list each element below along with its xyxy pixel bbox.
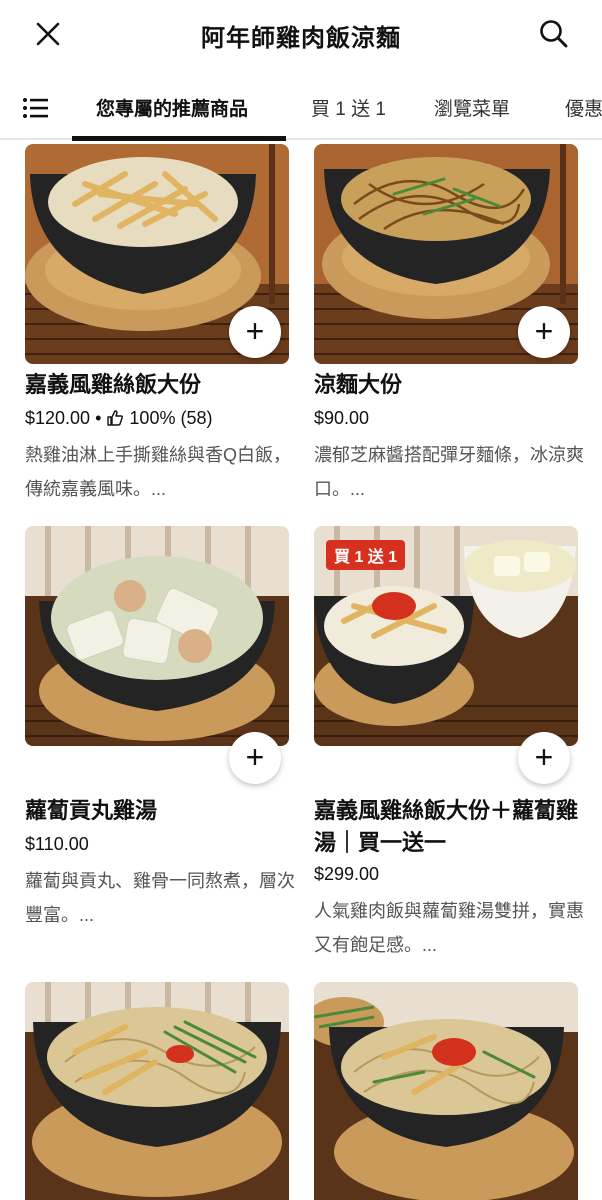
product-price-line: $120.00 • 100% (58) [25, 408, 213, 428]
product-image[interactable] [25, 982, 289, 1200]
product-rating: 100% (58) [129, 408, 213, 428]
product-name: 嘉義風雞絲飯大份 [25, 372, 202, 397]
product-price: $120.00 [25, 408, 91, 428]
product-name: 涼麵大份 [314, 372, 403, 397]
active-tab-indicator [72, 136, 286, 141]
tab-buy-one-get-one[interactable]: 買 1 送 1 [311, 94, 386, 121]
plus-icon: + [245, 739, 265, 775]
search-icon[interactable] [536, 16, 572, 52]
product-image[interactable] [314, 982, 578, 1200]
tab-deals[interactable]: 優惠 [565, 94, 602, 121]
add-to-cart-button[interactable]: + [229, 732, 281, 784]
product-description: 濃郁芝麻醬搭配彈牙麵條，冰涼爽口。... [314, 445, 584, 499]
add-to-cart-button[interactable]: + [518, 732, 570, 784]
category-tabs: 您專屬的推薦商品 買 1 送 1 瀏覽菜單 優惠 [0, 80, 602, 142]
top-bar: 阿年師雞肉飯涼麵 [0, 0, 602, 70]
add-to-cart-button[interactable]: + [518, 306, 570, 358]
product-image[interactable] [25, 526, 289, 746]
menu-list-icon[interactable] [22, 95, 50, 121]
tab-browse-menu[interactable]: 瀏覽菜單 [434, 94, 510, 121]
product-name: 嘉義風雞絲飯大份＋蘿蔔雞湯｜買一送一 [314, 798, 579, 855]
plus-icon: + [534, 739, 554, 775]
add-to-cart-button[interactable]: + [229, 306, 281, 358]
product-description: 熱雞油淋上手撕雞絲與香Q白飯，傳統嘉義風味。... [25, 445, 291, 499]
plus-icon: + [534, 313, 554, 349]
product-price: $90.00 [314, 408, 370, 428]
tab-recommended[interactable]: 您專屬的推薦商品 [96, 94, 248, 121]
product-description: 蘿蔔與貢丸、雞骨一同熬煮，層次豐富。... [25, 871, 295, 925]
product-name: 蘿蔔貢丸雞湯 [25, 798, 158, 823]
promo-badge: 買 1 送 1 [326, 540, 406, 570]
product-price: $299.00 [314, 864, 380, 884]
product-description: 人氣雞肉飯與蘿蔔雞湯雙拼，實惠又有飽足感。... [314, 901, 584, 955]
product-price: $110.00 [25, 834, 89, 854]
plus-icon: + [245, 313, 265, 349]
store-title: 阿年師雞肉飯涼麵 [201, 25, 401, 52]
thumbs-up-icon [106, 409, 124, 427]
